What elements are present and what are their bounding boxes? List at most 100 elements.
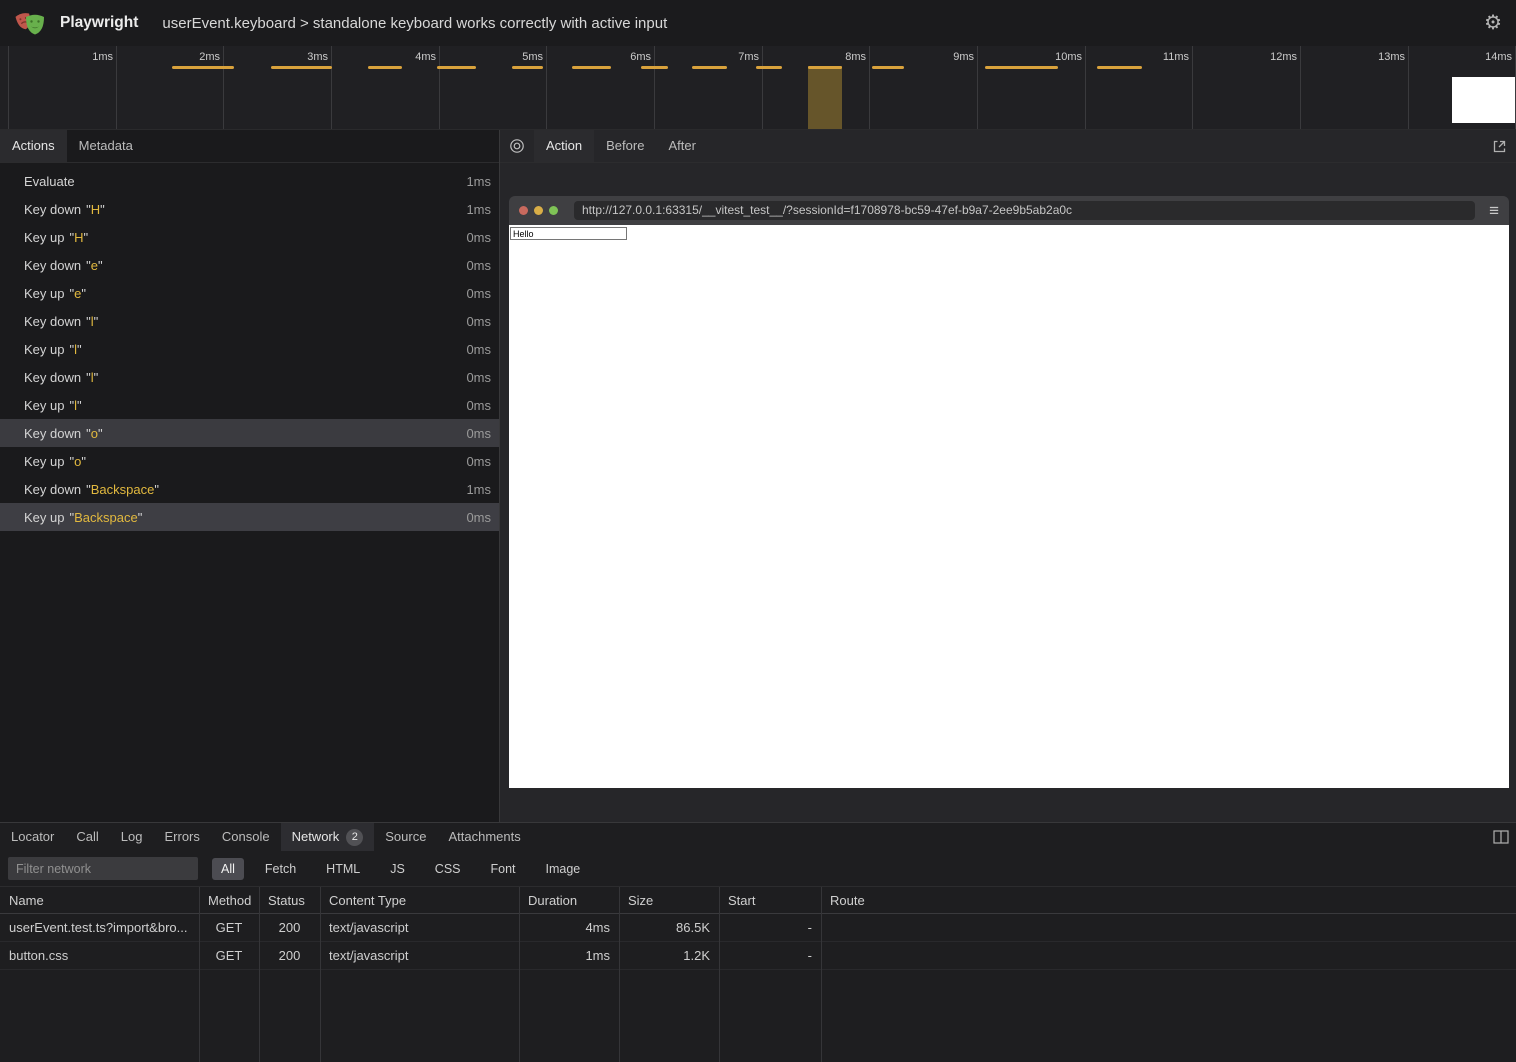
network-filter-input[interactable]: [8, 857, 198, 880]
main-split: Actions Metadata Evaluate 1ms Key down "…: [0, 130, 1516, 822]
timeline-gridline: [546, 46, 547, 129]
action-row[interactable]: Key up "Backspace" 0ms: [0, 503, 499, 531]
gear-icon[interactable]: ⚙: [1484, 13, 1502, 33]
column-header-route[interactable]: Route: [821, 893, 1516, 908]
timeline-gridline: [223, 46, 224, 129]
quote-char: ": [98, 258, 103, 273]
timeline-action-bar: [692, 66, 727, 69]
action-key: "l": [69, 398, 81, 413]
tab-actions[interactable]: Actions: [0, 130, 67, 162]
action-row[interactable]: Key up "e" 0ms: [0, 279, 499, 307]
quote-char: ": [84, 230, 89, 245]
filter-chip-css[interactable]: CSS: [426, 858, 470, 880]
traffic-light-yellow-icon: [534, 206, 543, 215]
timeline-gridline: [1192, 46, 1193, 129]
column-header-name[interactable]: Name: [0, 893, 199, 908]
action-duration: 0ms: [466, 426, 491, 441]
key-value: H: [74, 230, 83, 245]
action-name: Key down: [24, 258, 81, 273]
key-value: e: [91, 258, 98, 273]
action-row[interactable]: Key up "o" 0ms: [0, 447, 499, 475]
tab-console[interactable]: Console: [211, 823, 281, 851]
tab-before[interactable]: Before: [594, 130, 656, 162]
timeline-gridline: [869, 46, 870, 129]
tab-call[interactable]: Call: [65, 823, 109, 851]
quote-char: ": [100, 202, 105, 217]
quote-char: ": [81, 454, 86, 469]
column-separator: [320, 887, 321, 1062]
tab-action[interactable]: Action: [534, 130, 594, 162]
action-name: Key up: [24, 510, 64, 525]
quote-char: ": [77, 398, 82, 413]
action-duration: 0ms: [466, 314, 491, 329]
network-row[interactable]: button.css GET 200 text/javascript 1ms 1…: [0, 942, 1516, 970]
cell-status: 200: [259, 920, 320, 935]
tab-label: Source: [385, 823, 426, 851]
tab-source[interactable]: Source: [374, 823, 437, 851]
filter-chip-fetch[interactable]: Fetch: [256, 858, 305, 880]
tab-label: Locator: [11, 823, 54, 851]
cell-size: 86.5K: [619, 920, 719, 935]
tab-locator[interactable]: Locator: [0, 823, 65, 851]
timeline-tick-label: 14ms: [1485, 51, 1512, 63]
column-header-size[interactable]: Size: [619, 893, 719, 908]
snapshot-page: [509, 225, 1509, 788]
timeline-gridline: [1300, 46, 1301, 129]
tab-network[interactable]: Network 2: [281, 823, 375, 851]
filter-chip-all[interactable]: All: [212, 858, 244, 880]
snapshot-tabbar: Action Before After: [500, 130, 1516, 163]
action-name: Key down: [24, 202, 81, 217]
timeline-action-bar: [437, 66, 476, 69]
open-snapshot-external-icon[interactable]: [1482, 130, 1516, 162]
action-key: "o": [69, 454, 85, 469]
actions-tabbar: Actions Metadata: [0, 130, 499, 163]
action-row[interactable]: Key up "l" 0ms: [0, 335, 499, 363]
tab-metadata[interactable]: Metadata: [67, 130, 145, 162]
column-header-content-type[interactable]: Content Type: [320, 893, 519, 908]
timeline[interactable]: 1ms2ms3ms4ms5ms6ms7ms8ms9ms10ms11ms12ms1…: [0, 46, 1516, 130]
action-row[interactable]: Key up "l" 0ms: [0, 391, 499, 419]
tab-log[interactable]: Log: [110, 823, 154, 851]
action-name: Key up: [24, 230, 64, 245]
column-header-duration[interactable]: Duration: [519, 893, 619, 908]
tab-after[interactable]: After: [656, 130, 707, 162]
traffic-light-red-icon: [519, 206, 528, 215]
filter-chip-font[interactable]: Font: [482, 858, 525, 880]
snapshot-panel: Action Before After http://127.0.0.1:633…: [500, 130, 1516, 822]
network-count-badge: 2: [346, 829, 363, 846]
action-row[interactable]: Key down "e" 0ms: [0, 251, 499, 279]
browser-window: http://127.0.0.1:63315/__vitest_test__/?…: [509, 196, 1509, 788]
layout-toggle-icon[interactable]: [1486, 823, 1516, 851]
page-text-input[interactable]: [510, 227, 627, 240]
action-key: "Backspace": [86, 482, 159, 497]
timeline-tick-label: 5ms: [522, 51, 543, 63]
network-table-header: Name Method Status Content Type Duration…: [0, 887, 1516, 914]
key-value: Backspace: [74, 510, 138, 525]
tab-attachments[interactable]: Attachments: [437, 823, 531, 851]
action-name: Key down: [24, 314, 81, 329]
playwright-logo-icon: [14, 7, 46, 39]
column-header-start[interactable]: Start: [719, 893, 821, 908]
pick-locator-icon[interactable]: [500, 130, 534, 162]
column-header-status[interactable]: Status: [259, 893, 320, 908]
action-row[interactable]: Evaluate 1ms: [0, 167, 499, 195]
filter-chip-html[interactable]: HTML: [317, 858, 369, 880]
network-rows: userEvent.test.ts?import&bro... GET 200 …: [0, 914, 1516, 970]
network-row[interactable]: userEvent.test.ts?import&bro... GET 200 …: [0, 914, 1516, 942]
cell-start: -: [719, 920, 821, 935]
action-row[interactable]: Key down "H" 1ms: [0, 195, 499, 223]
timeline-thumbnail: [1452, 77, 1516, 123]
action-row[interactable]: Key down "l" 0ms: [0, 363, 499, 391]
action-row[interactable]: Key down "l" 0ms: [0, 307, 499, 335]
column-header-method[interactable]: Method: [199, 893, 259, 908]
tab-label: Attachments: [448, 823, 520, 851]
network-filter-row: All Fetch HTML JS CSS Font Image: [0, 851, 1516, 887]
action-row[interactable]: Key down "Backspace" 1ms: [0, 475, 499, 503]
filter-chip-image[interactable]: Image: [537, 858, 590, 880]
timeline-tick-label: 13ms: [1378, 51, 1405, 63]
column-separator: [199, 887, 200, 1062]
action-row[interactable]: Key up "H" 0ms: [0, 223, 499, 251]
tab-errors[interactable]: Errors: [153, 823, 210, 851]
filter-chip-js[interactable]: JS: [381, 858, 414, 880]
action-row[interactable]: Key down "o" 0ms: [0, 419, 499, 447]
